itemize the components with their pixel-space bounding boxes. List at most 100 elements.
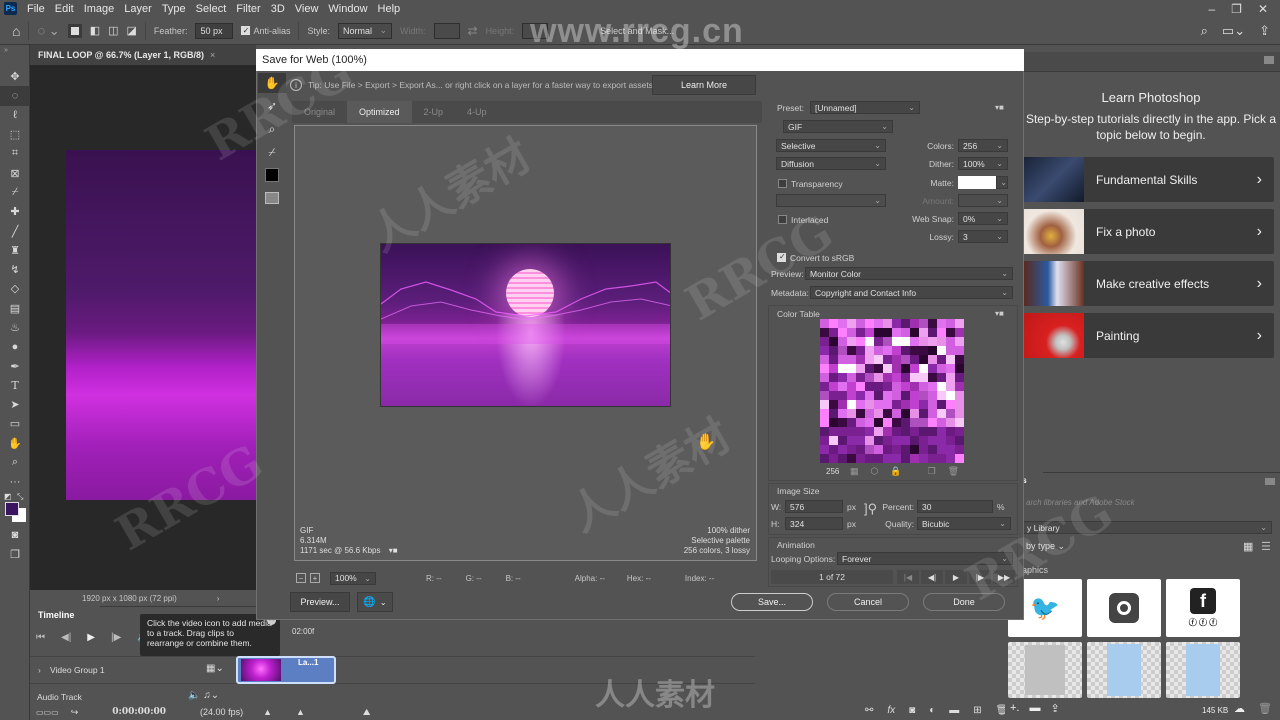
color-swatch[interactable] (838, 373, 847, 382)
color-swatch[interactable] (955, 337, 964, 346)
color-swatch[interactable] (901, 319, 910, 328)
color-swatch[interactable] (883, 346, 892, 355)
swap-icon[interactable]: ⇄ (468, 24, 478, 38)
collapse-icon[interactable]: » (0, 45, 29, 67)
looping-options-select[interactable]: Forever (837, 552, 1013, 565)
color-swatch[interactable] (883, 445, 892, 454)
color-swatch[interactable] (883, 427, 892, 436)
color-swatch[interactable] (955, 454, 964, 463)
library-item-facebook[interactable]: f ⓕ ⓕ ⓕ (1166, 579, 1240, 637)
color-swatch[interactable] (901, 346, 910, 355)
color-swatch[interactable] (892, 436, 901, 445)
color-swatch[interactable] (829, 391, 838, 400)
timeline-zoom-slider[interactable]: ▲ (296, 707, 305, 717)
color-swatch[interactable] (856, 445, 865, 454)
color-swatch[interactable] (928, 427, 937, 436)
color-swatch[interactable] (910, 400, 919, 409)
color-swatch[interactable] (856, 337, 865, 346)
color-swatch[interactable] (937, 355, 946, 364)
panel-menu-icon[interactable] (1264, 56, 1274, 64)
add-icon[interactable]: +. (1010, 702, 1019, 715)
color-swatch[interactable] (865, 346, 874, 355)
web-shift-icon[interactable]: ▦ (850, 466, 859, 477)
zoom-out-button[interactable]: − (296, 573, 306, 583)
menu-filter[interactable]: Filter (236, 3, 260, 15)
color-swatch[interactable] (820, 355, 829, 364)
timeline-tab[interactable]: Timeline (30, 606, 100, 624)
lossy-input[interactable]: 3 (958, 230, 1008, 243)
learn-card-make-creative-effects[interactable]: Make creative effects › (1024, 261, 1274, 306)
elliptical-marquee-tool-icon[interactable]: ◌ (0, 86, 30, 106)
color-swatch[interactable] (910, 382, 919, 391)
color-swatch[interactable] (901, 337, 910, 346)
color-swatch[interactable] (919, 427, 928, 436)
link-icon[interactable]: ⚯ (865, 705, 873, 716)
format-select[interactable]: GIF (783, 120, 893, 133)
restore-icon[interactable]: ❐ (1231, 2, 1242, 16)
antialias-checkbox[interactable]: ✓ Anti-alias (241, 26, 290, 36)
color-swatch[interactable] (937, 328, 946, 337)
color-swatch[interactable] (901, 400, 910, 409)
prev-frame-icon[interactable]: ◀| (921, 570, 943, 584)
zoom-tool-icon[interactable]: ⌕ (258, 119, 286, 139)
cancel-button[interactable]: Cancel (827, 593, 909, 611)
color-swatch[interactable] (865, 364, 874, 373)
color-swatch[interactable] (901, 427, 910, 436)
color-swatch[interactable] (910, 364, 919, 373)
learn-card-fix-a-photo[interactable]: Fix a photo › (1024, 209, 1274, 254)
color-swatch[interactable] (838, 391, 847, 400)
color-swatch[interactable] (910, 454, 919, 463)
color-swatch[interactable] (856, 346, 865, 355)
color-swatch[interactable] (946, 346, 955, 355)
color-swatch[interactable] (829, 328, 838, 337)
color-swatch[interactable] (874, 328, 883, 337)
color-swatch[interactable] (892, 382, 901, 391)
next-frame-icon[interactable]: |▶ (969, 570, 991, 584)
color-swatch[interactable] (883, 400, 892, 409)
color-table-grid[interactable] (820, 319, 964, 463)
tab-original[interactable]: Original (292, 101, 347, 123)
path-selection-tool-icon[interactable]: ➤ (0, 395, 30, 414)
color-swatch[interactable] (856, 400, 865, 409)
color-swatch[interactable] (829, 355, 838, 364)
adjustment-icon[interactable]: ◐ (929, 705, 935, 716)
color-swatch[interactable] (928, 454, 937, 463)
color-swatch[interactable] (874, 391, 883, 400)
color-swatch[interactable] (928, 337, 937, 346)
home-icon[interactable]: ⌂ (12, 23, 20, 39)
color-swatch[interactable] (883, 364, 892, 373)
color-swatch[interactable] (955, 418, 964, 427)
color-swatch[interactable] (928, 409, 937, 418)
color-swatch[interactable] (946, 391, 955, 400)
color-swatch[interactable] (847, 454, 856, 463)
intersect-selection-icon[interactable]: ◪ (127, 24, 137, 37)
color-swatch[interactable] (838, 319, 847, 328)
color-swatch[interactable] (838, 346, 847, 355)
color-swatch[interactable] (937, 373, 946, 382)
color-swatch[interactable] (937, 364, 946, 373)
color-swatch[interactable] (892, 355, 901, 364)
color-swatch[interactable] (892, 454, 901, 463)
color-swatch[interactable] (820, 391, 829, 400)
color-swatch[interactable] (820, 319, 829, 328)
folder-icon[interactable]: ▬ (949, 705, 959, 716)
color-swatch[interactable] (883, 391, 892, 400)
menu-image[interactable]: Image (84, 3, 115, 15)
color-swatch[interactable] (901, 409, 910, 418)
first-frame-icon[interactable]: ⏮ (36, 632, 45, 643)
color-swatch[interactable] (892, 373, 901, 382)
color-swatch[interactable] (856, 436, 865, 445)
slice-select-tool-icon[interactable]: ➶ (258, 96, 286, 116)
color-swatch[interactable] (910, 355, 919, 364)
color-swatch[interactable] (820, 382, 829, 391)
color-swatch[interactable] (946, 400, 955, 409)
color-swatch[interactable] (865, 391, 874, 400)
color-swatch[interactable] (955, 409, 964, 418)
color-swatch[interactable] (856, 409, 865, 418)
reduction-select[interactable]: Selective (776, 139, 886, 152)
color-swatch[interactable] (838, 337, 847, 346)
color-swatch[interactable] (937, 391, 946, 400)
color-swatch[interactable] (928, 373, 937, 382)
color-swatch[interactable] (883, 337, 892, 346)
color-swatch[interactable] (919, 454, 928, 463)
